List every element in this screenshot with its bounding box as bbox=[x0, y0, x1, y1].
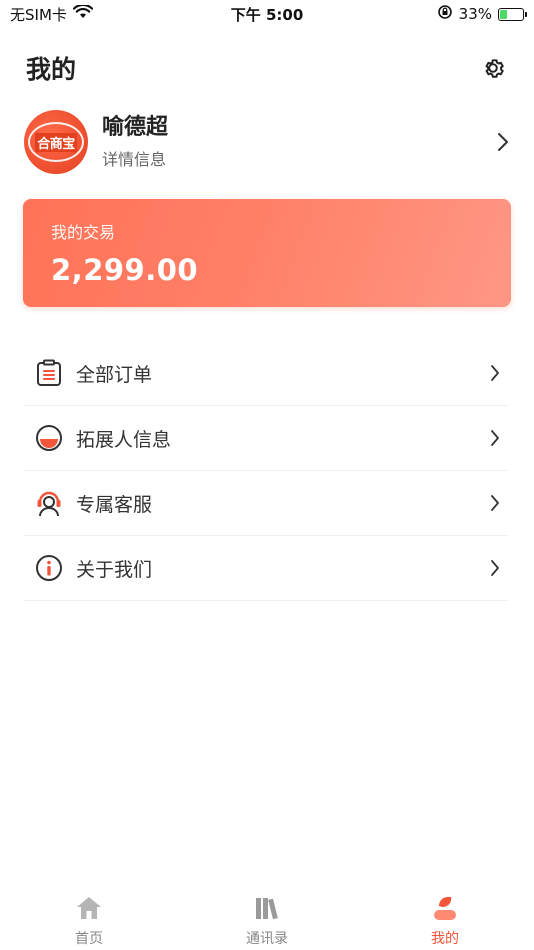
menu-item-about-us[interactable]: 关于我们 bbox=[24, 536, 508, 601]
menu-item-label: 全部订单 bbox=[76, 363, 153, 386]
header: 我的 bbox=[0, 44, 534, 92]
chevron-right-icon bbox=[488, 493, 502, 513]
battery-percent: 33% bbox=[458, 5, 492, 23]
books-icon bbox=[253, 894, 281, 922]
battery-icon bbox=[498, 7, 527, 21]
tab-bar: 首页 通讯录 我的 bbox=[0, 884, 534, 950]
transaction-card[interactable]: 我的交易 2,299.00 bbox=[23, 199, 511, 307]
menu-item-label: 专属客服 bbox=[76, 493, 153, 516]
status-right: 33% bbox=[437, 4, 527, 24]
wifi-icon bbox=[72, 3, 94, 23]
info-icon bbox=[34, 553, 64, 583]
menu-item-customer-service[interactable]: 专属客服 bbox=[24, 471, 508, 536]
headset-icon bbox=[34, 488, 64, 518]
profile-name: 喻德超 bbox=[102, 115, 169, 140]
status-left: 无SIM卡 bbox=[10, 3, 94, 25]
profile-text: 喻德超 详情信息 bbox=[102, 114, 496, 170]
menu-list: 全部订单 拓展人信息 专属客服 关于我们 bbox=[24, 341, 508, 601]
chevron-right-icon bbox=[496, 132, 510, 152]
avatar-logo-ring: 合商宝 bbox=[28, 122, 84, 162]
tab-home[interactable]: 首页 bbox=[0, 884, 178, 950]
transaction-amount: 2,299.00 bbox=[51, 253, 199, 287]
half-circle-icon bbox=[34, 423, 64, 453]
tab-label: 我的 bbox=[431, 931, 459, 947]
profile-row[interactable]: 合商宝 喻德超 详情信息 bbox=[0, 106, 534, 178]
chevron-right-icon bbox=[488, 363, 502, 383]
avatar: 合商宝 bbox=[24, 110, 88, 174]
chevron-right-icon bbox=[488, 558, 502, 578]
menu-item-all-orders[interactable]: 全部订单 bbox=[24, 341, 508, 406]
clipboard-icon bbox=[34, 358, 64, 388]
settings-button[interactable] bbox=[478, 53, 508, 83]
menu-item-expander-info[interactable]: 拓展人信息 bbox=[24, 406, 508, 471]
status-bar: 无SIM卡 下午 5:00 33% bbox=[0, 0, 534, 28]
chevron-right-icon bbox=[488, 428, 502, 448]
menu-item-label: 关于我们 bbox=[76, 558, 153, 581]
profile-icon bbox=[431, 894, 459, 922]
tab-contacts[interactable]: 通讯录 bbox=[178, 884, 356, 950]
profile-subtitle: 详情信息 bbox=[102, 150, 167, 169]
tab-mine[interactable]: 我的 bbox=[356, 884, 534, 950]
tab-label: 首页 bbox=[75, 931, 103, 947]
transaction-label: 我的交易 bbox=[51, 223, 116, 242]
rotation-lock-icon bbox=[437, 4, 453, 24]
gear-icon bbox=[485, 59, 504, 78]
menu-item-label: 拓展人信息 bbox=[76, 428, 172, 451]
tab-label: 通讯录 bbox=[246, 931, 288, 947]
avatar-logo-text: 合商宝 bbox=[35, 132, 77, 152]
page-title: 我的 bbox=[26, 55, 77, 84]
home-icon bbox=[75, 894, 103, 922]
carrier-label: 无SIM卡 bbox=[10, 5, 67, 24]
